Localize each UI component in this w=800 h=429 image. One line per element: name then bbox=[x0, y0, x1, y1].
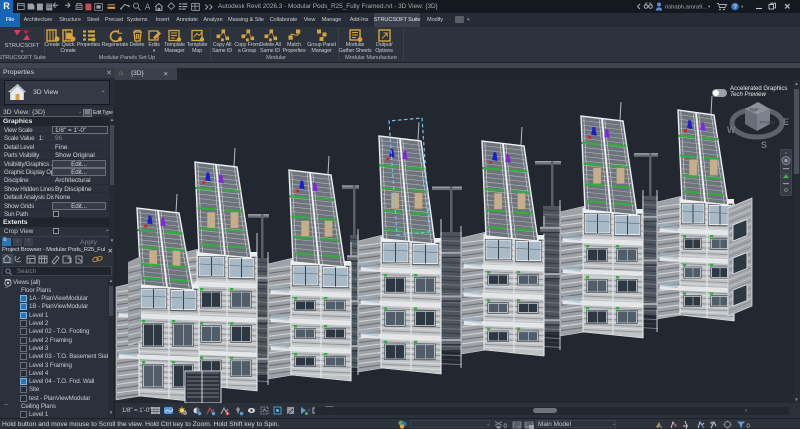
svg-text:FRONT: FRONT bbox=[760, 120, 776, 125]
svg-text:rishabh.arora9...: rishabh.arora9... bbox=[665, 5, 708, 11]
svg-text:▾: ▾ bbox=[708, 4, 711, 9]
svg-text:0: 0 bbox=[504, 424, 508, 429]
svg-text:?: ? bbox=[733, 4, 737, 11]
svg-text:S: S bbox=[761, 140, 767, 150]
svg-text:A: A bbox=[145, 3, 151, 12]
svg-text:▾: ▾ bbox=[741, 4, 744, 9]
svg-text:TOP: TOP bbox=[750, 107, 759, 112]
svg-text:E: E bbox=[783, 117, 789, 127]
svg-text:W: W bbox=[727, 125, 736, 135]
